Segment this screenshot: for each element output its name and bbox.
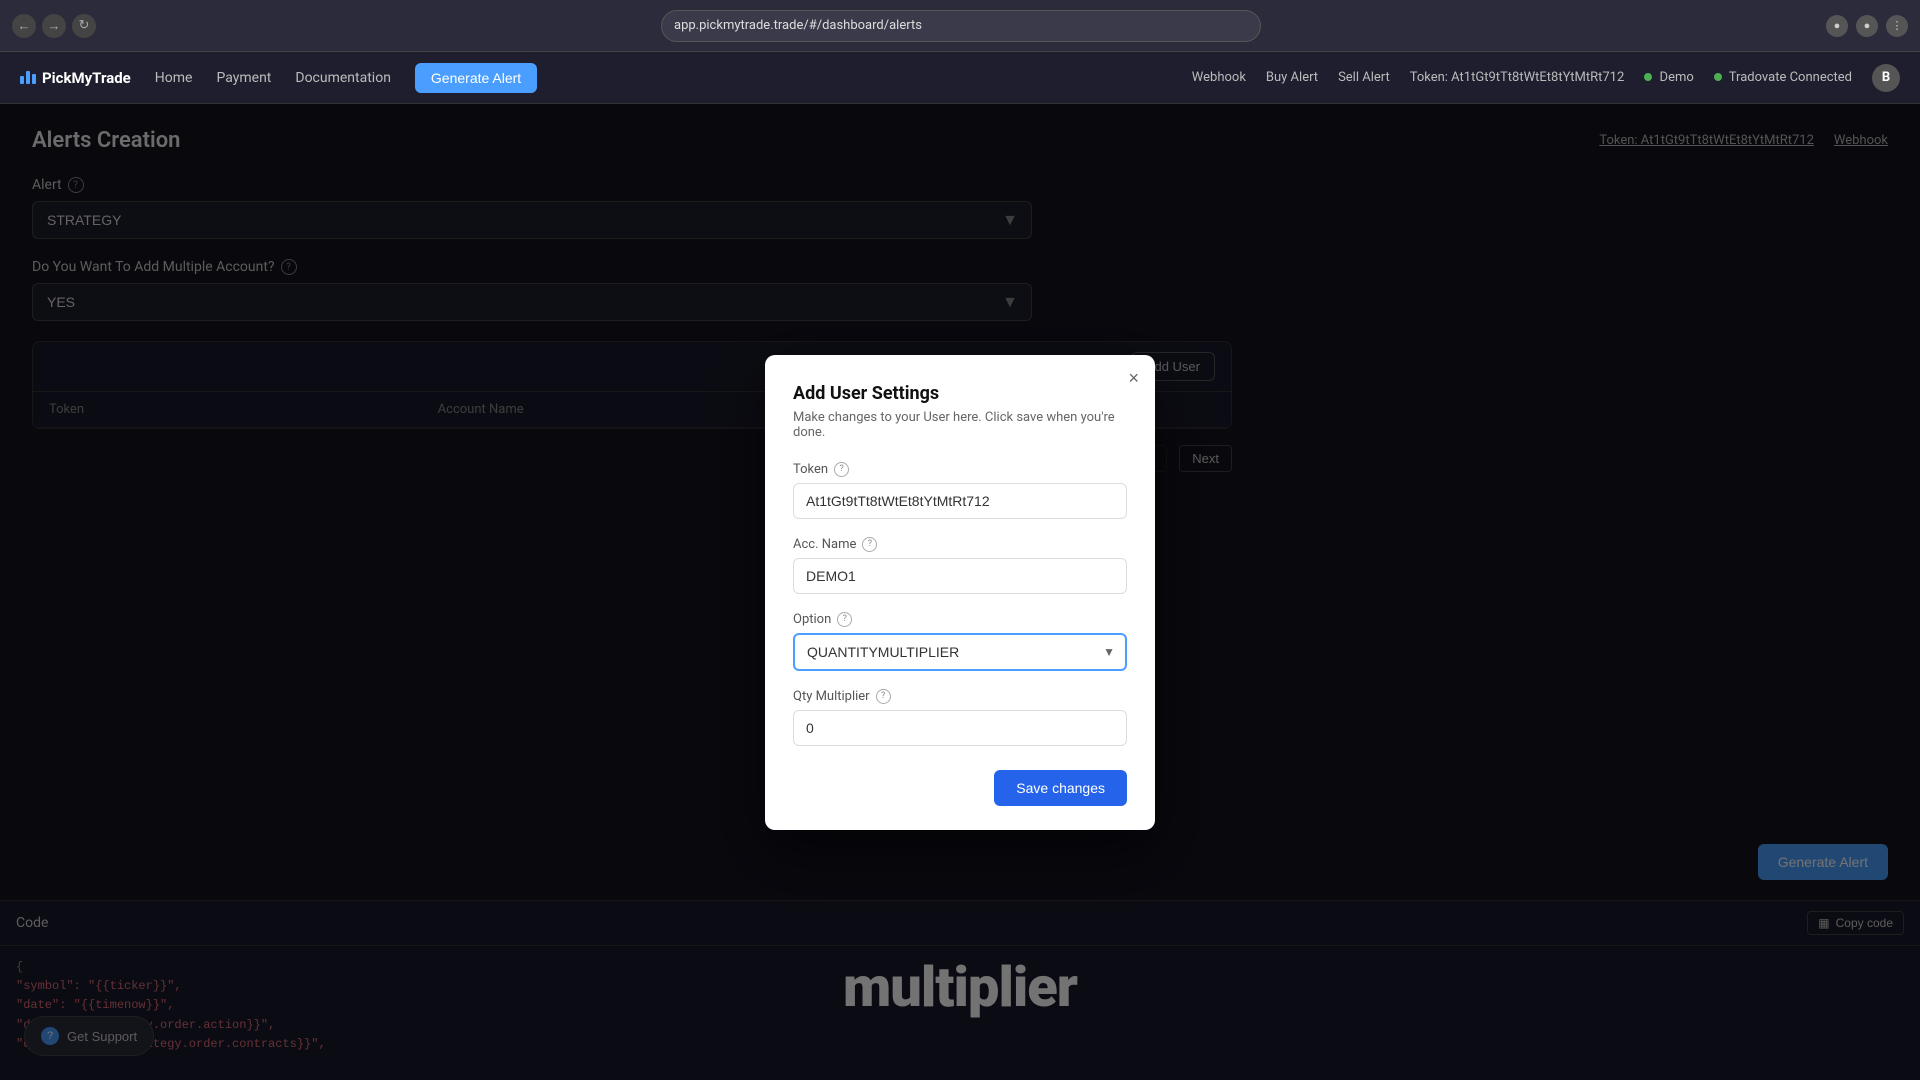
modal-option-select[interactable]: QUANTITYMULTIPLIER RISKMULTIPLIER FIXEDQ… — [793, 633, 1127, 671]
main-content: Alerts Creation Token: At1tGt9tTt8tWtEt8… — [0, 104, 1920, 1080]
menu-icon[interactable]: ⋮ — [1886, 15, 1908, 37]
user-avatar[interactable]: B — [1872, 64, 1900, 92]
nav-home[interactable]: Home — [155, 70, 193, 86]
address-bar[interactable]: app.pickmytrade.trade/#/dashboard/alerts — [661, 10, 1261, 42]
nav-right: Webhook Buy Alert Sell Alert Token: At1t… — [1192, 64, 1900, 92]
modal-qtymultiplier-help-icon[interactable]: ? — [876, 689, 891, 704]
modal-accname-label-row: Acc. Name ? — [793, 537, 1127, 552]
add-user-settings-modal: × Add User Settings Make changes to your… — [765, 355, 1155, 830]
logo-bar-2 — [26, 71, 30, 84]
modal-accname-label: Acc. Name — [793, 537, 856, 552]
browser-nav-buttons: ← → ↻ — [12, 14, 96, 38]
modal-option-help-icon[interactable]: ? — [837, 612, 852, 627]
nav-payment[interactable]: Payment — [216, 70, 271, 86]
buy-alert-link[interactable]: Buy Alert — [1266, 70, 1318, 85]
logo-icon — [20, 71, 36, 84]
modal-footer: Save changes — [793, 770, 1127, 806]
tradovate-badge: Tradovate Connected — [1714, 70, 1852, 85]
modal-token-field: Token ? — [793, 462, 1127, 519]
nav-documentation[interactable]: Documentation — [295, 70, 391, 86]
back-button[interactable]: ← — [12, 14, 36, 38]
sell-alert-link[interactable]: Sell Alert — [1338, 70, 1390, 85]
modal-option-label: Option — [793, 612, 831, 627]
logo-bar-1 — [20, 76, 24, 84]
modal-subtitle: Make changes to your User here. Click sa… — [793, 410, 1127, 440]
webhook-link[interactable]: Webhook — [1192, 70, 1246, 85]
modal-token-help-icon[interactable]: ? — [834, 462, 849, 477]
tradovate-status-dot — [1714, 73, 1722, 81]
modal-accname-help-icon[interactable]: ? — [862, 537, 877, 552]
modal-overlay: × Add User Settings Make changes to your… — [0, 104, 1920, 1080]
modal-token-label: Token — [793, 462, 828, 477]
modal-close-button[interactable]: × — [1128, 369, 1139, 387]
modal-option-label-row: Option ? — [793, 612, 1127, 627]
modal-qtymultiplier-label-row: Qty Multiplier ? — [793, 689, 1127, 704]
browser-bar: ← → ↻ app.pickmytrade.trade/#/dashboard/… — [0, 0, 1920, 52]
modal-accname-input[interactable] — [793, 558, 1127, 594]
modal-token-label-row: Token ? — [793, 462, 1127, 477]
demo-status-dot — [1644, 73, 1652, 81]
modal-qtymultiplier-input[interactable] — [793, 710, 1127, 746]
modal-qtymultiplier-label: Qty Multiplier — [793, 689, 870, 704]
modal-title: Add User Settings — [793, 383, 1127, 404]
modal-qtymultiplier-field: Qty Multiplier ? — [793, 689, 1127, 746]
modal-option-field: Option ? QUANTITYMULTIPLIER RISKMULTIPLI… — [793, 612, 1127, 671]
demo-badge: Demo — [1644, 70, 1693, 85]
nav-token: Token: At1tGt9tTt8tWtEt8tYtMtRt712 — [1410, 70, 1625, 85]
logo-text: PickMyTrade — [42, 69, 131, 87]
modal-option-select-wrapper: QUANTITYMULTIPLIER RISKMULTIPLIER FIXEDQ… — [793, 633, 1127, 671]
modal-token-input[interactable] — [793, 483, 1127, 519]
forward-button[interactable]: → — [42, 14, 66, 38]
profile-icon[interactable]: ● — [1856, 15, 1878, 37]
modal-accname-field: Acc. Name ? — [793, 537, 1127, 594]
save-changes-button[interactable]: Save changes — [994, 770, 1127, 806]
extensions-icon[interactable]: ● — [1826, 15, 1848, 37]
top-nav: PickMyTrade Home Payment Documentation G… — [0, 52, 1920, 104]
generate-alert-button[interactable]: Generate Alert — [415, 63, 537, 93]
logo-bar-3 — [32, 74, 36, 84]
url-text: app.pickmytrade.trade/#/dashboard/alerts — [674, 18, 922, 33]
logo: PickMyTrade — [20, 69, 131, 87]
browser-icons: ● ● ⋮ — [1826, 15, 1908, 37]
refresh-button[interactable]: ↻ — [72, 14, 96, 38]
